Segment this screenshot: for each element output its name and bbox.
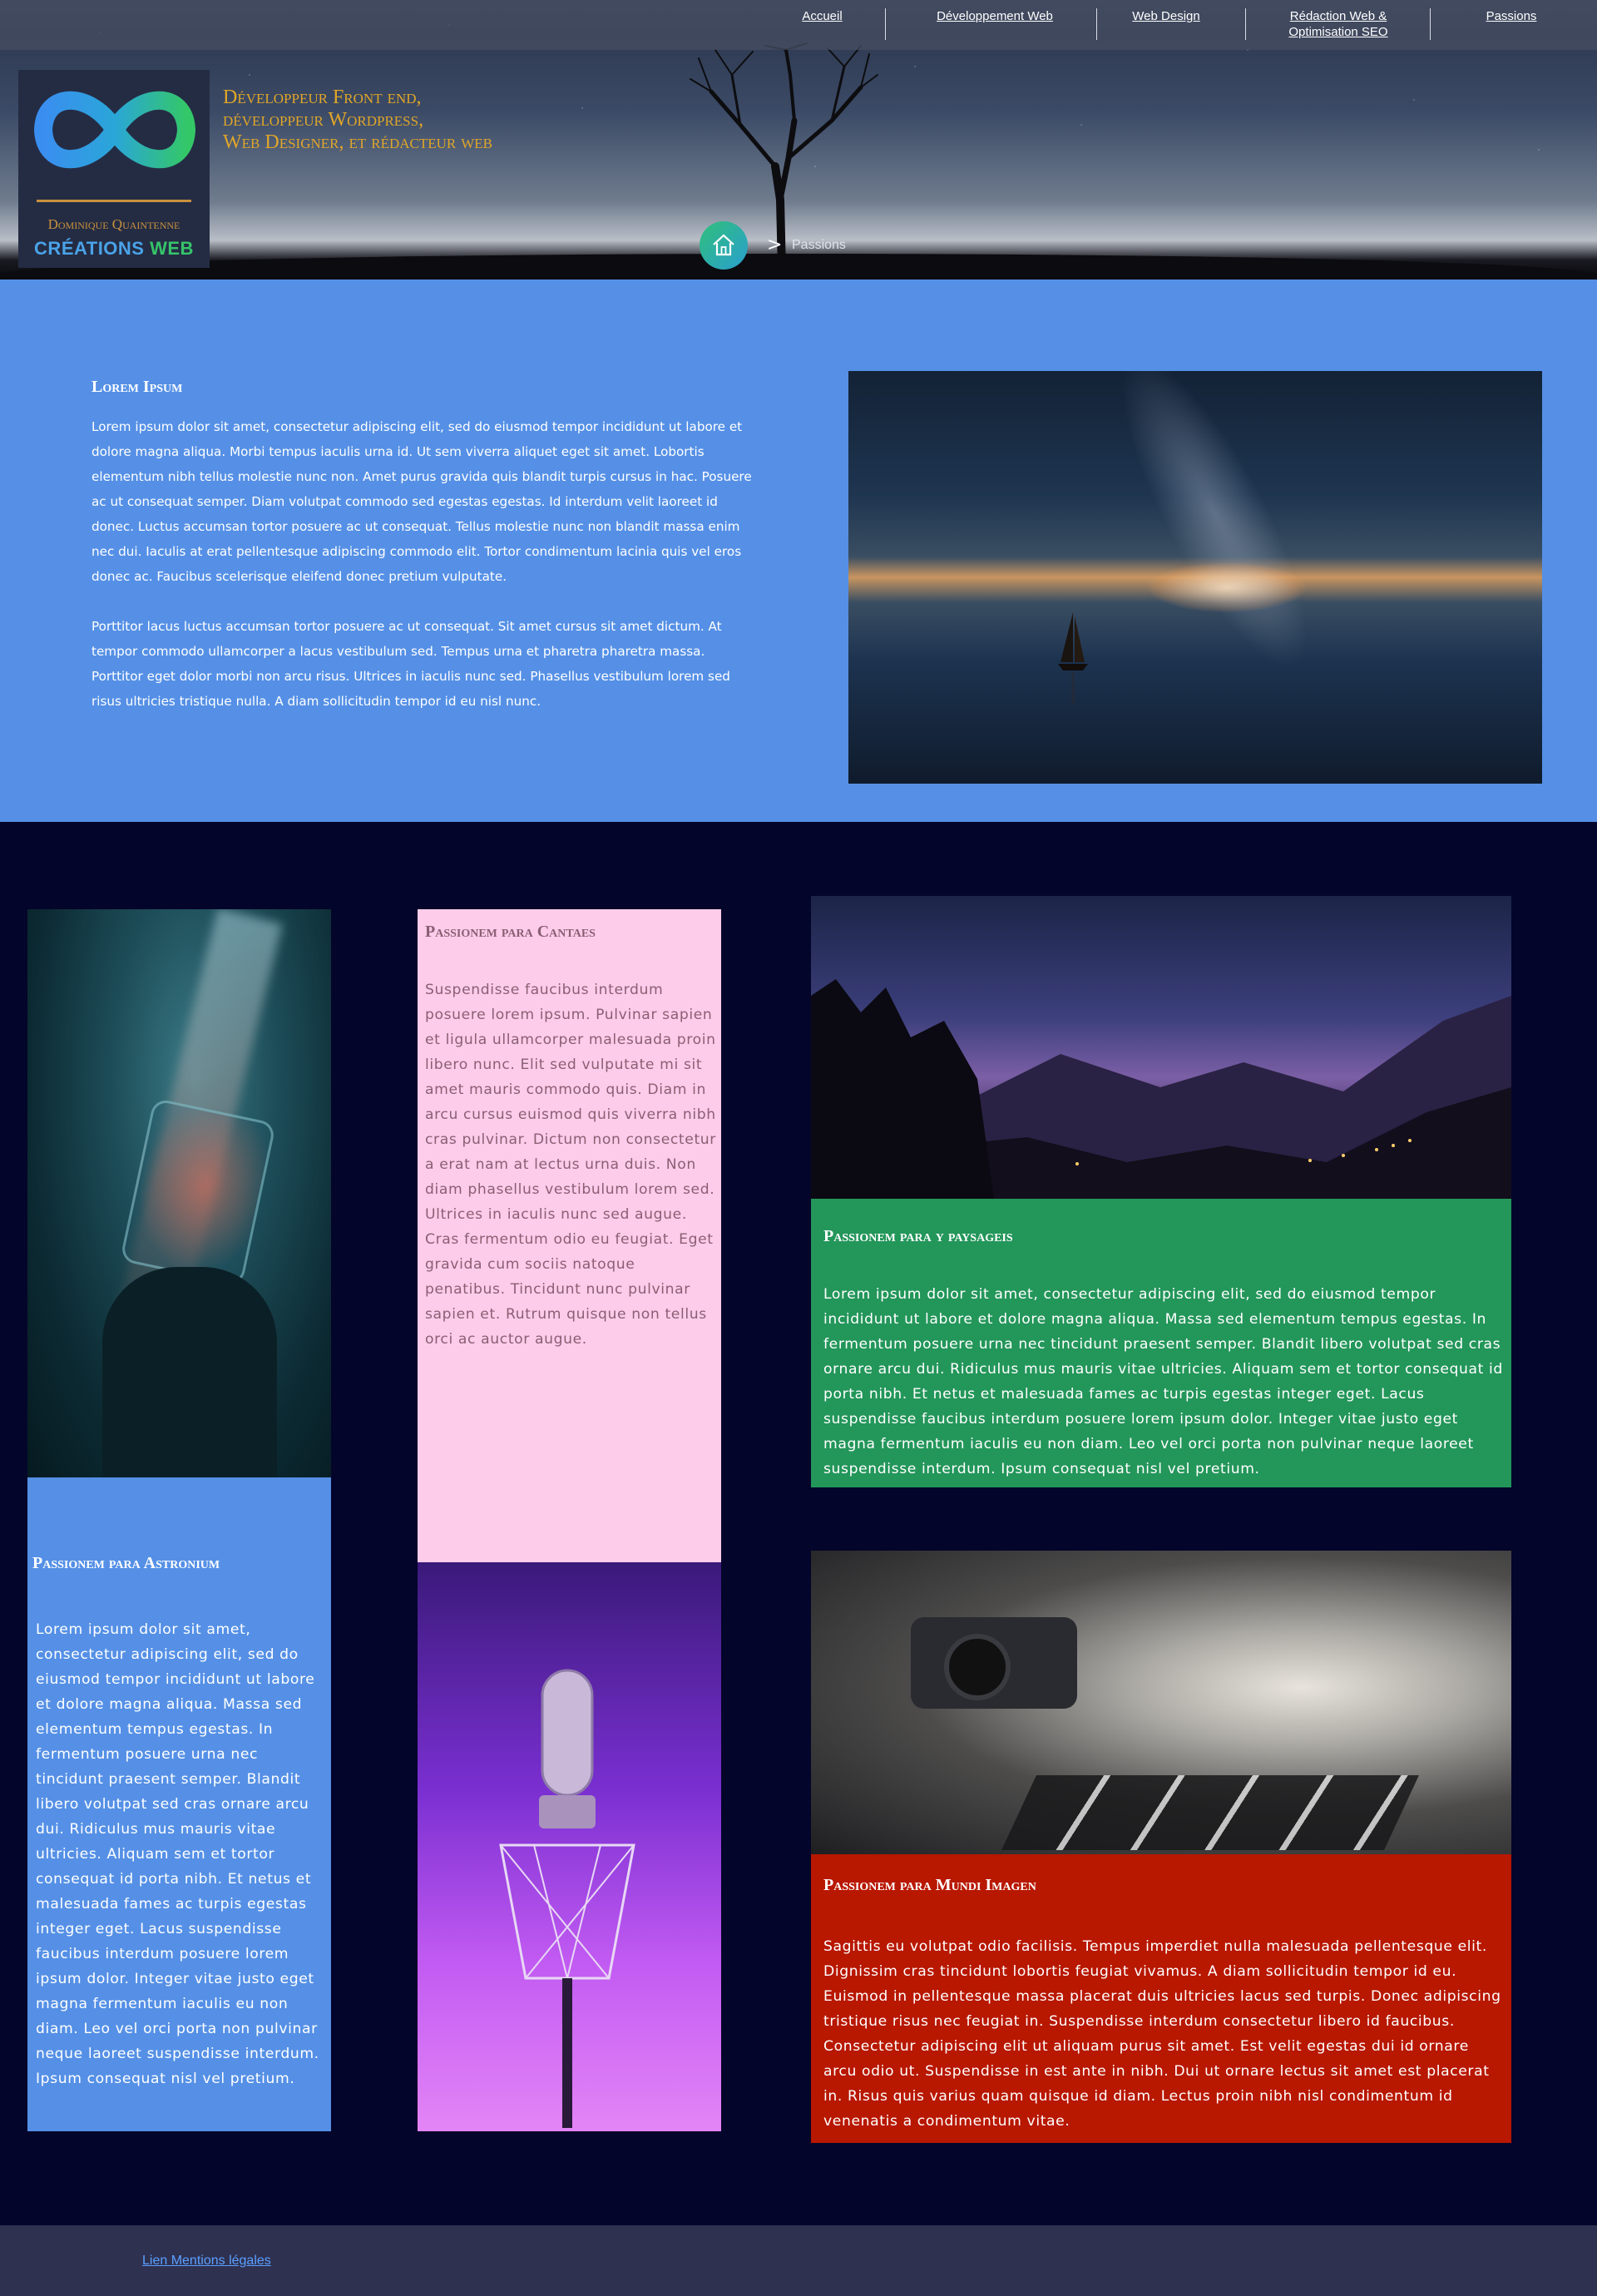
card-text: Suspendisse faucibus interdum posuere lo… <box>425 982 716 1348</box>
site-header: Accueil Développement Web Web Design Réd… <box>0 0 1597 280</box>
microphone-image <box>418 1562 721 2131</box>
card-cantaes: Passionem para Cantaes Suspendisse fauci… <box>418 909 721 1562</box>
nav-item-passions[interactable]: Passions <box>1478 8 1545 24</box>
nav-divider <box>1430 8 1431 40</box>
breadcrumb-current: Passions <box>792 238 846 252</box>
nav-item-redaction-seo[interactable]: Rédaction Web & Optimisation SEO <box>1277 8 1400 40</box>
card-text: Lorem ipsum dolor sit amet, consectetur … <box>36 1621 319 2087</box>
logo-divider <box>37 200 191 202</box>
home-button[interactable] <box>700 221 748 270</box>
intro-section: Lorem Ipsum Lorem ipsum dolor sit amet, … <box>0 280 1597 822</box>
home-icon <box>713 234 734 256</box>
nav-item-developpement-web[interactable]: Développement Web <box>925 8 1065 24</box>
breadcrumb-separator: > <box>767 235 783 255</box>
card-text: Lorem ipsum dolor sit amet, consectetur … <box>823 1286 1503 1477</box>
card-astronium: Passionem para Astronium Lorem ipsum dol… <box>27 1477 331 2131</box>
nav-divider <box>1245 8 1246 40</box>
infinity-logo-icon <box>33 91 196 169</box>
card-mundi-imagen: Passionem para Mundi Imagen Sagittis eu … <box>811 1854 1511 2143</box>
star-jar <box>119 1097 277 1287</box>
nav-divider <box>1096 8 1097 40</box>
nav-item-redaction-line1: Rédaction Web & <box>1289 9 1387 23</box>
milky-way <box>1088 371 1341 690</box>
nav-item-redaction-line2: Optimisation SEO <box>1288 25 1388 39</box>
mountain-silhouette <box>811 979 1511 1199</box>
site-tagline: Développeur Front end, développeur Wordp… <box>223 87 492 154</box>
card-text: Sagittis eu volutpat odio facilisis. Tem… <box>823 1938 1501 2130</box>
tagline-line: Développeur Front end, <box>223 87 422 108</box>
legal-notice-link[interactable]: Lien Mentions légales <box>142 2254 271 2269</box>
nav-item-web-design[interactable]: Web Design <box>1125 8 1208 24</box>
tagline-line: développeur Wordpress, <box>223 109 424 131</box>
card-title: Passionem para Cantaes <box>425 923 596 941</box>
site-footer: Lien Mentions légales <box>0 2225 1597 2296</box>
tagline-line: Web Designer, et rédacteur web <box>223 131 493 153</box>
hand-silhouette <box>102 1267 277 1477</box>
logo-subtitle: CRÉATIONS WEB <box>18 238 210 260</box>
sailboat-icon <box>1058 612 1088 704</box>
microphone-icon <box>499 1669 635 2128</box>
nav-item-accueil[interactable]: Accueil <box>799 8 845 24</box>
logo-subtitle-a: CRÉATIONS <box>34 238 145 259</box>
site-logo[interactable]: Dominique Quaintenne CRÉATIONS WEB <box>18 70 210 268</box>
intro-text: Lorem ipsum dolor sit amet, consectetur … <box>91 414 757 714</box>
photo-prints <box>1001 1775 1419 1850</box>
main-nav: Accueil Développement Web Web Design Réd… <box>0 0 1597 50</box>
camera-photos-image <box>811 1551 1511 1854</box>
card-title: Passionem para y paysageis <box>823 1227 1013 1245</box>
card-paysageis: Passionem para y paysageis Lorem ipsum d… <box>811 1199 1511 1487</box>
intro-paragraph: Porttitor lacus luctus accumsan tortor p… <box>91 619 730 709</box>
card-title: Passionem para Astronium <box>32 1554 220 1572</box>
sailboat-night-image <box>848 371 1542 784</box>
glowing-cloud <box>1148 562 1306 612</box>
astronomy-jar-image <box>27 909 331 1477</box>
intro-title: Lorem Ipsum <box>91 378 183 396</box>
camera-lens <box>944 1634 1011 1700</box>
mountain-night-image <box>811 896 1511 1199</box>
nav-divider <box>885 8 886 40</box>
logo-subtitle-b: WEB <box>150 238 194 259</box>
intro-paragraph: Lorem ipsum dolor sit amet, consectetur … <box>91 419 752 584</box>
card-title: Passionem para Mundi Imagen <box>823 1876 1036 1894</box>
logo-name: Dominique Quaintenne <box>47 216 180 232</box>
